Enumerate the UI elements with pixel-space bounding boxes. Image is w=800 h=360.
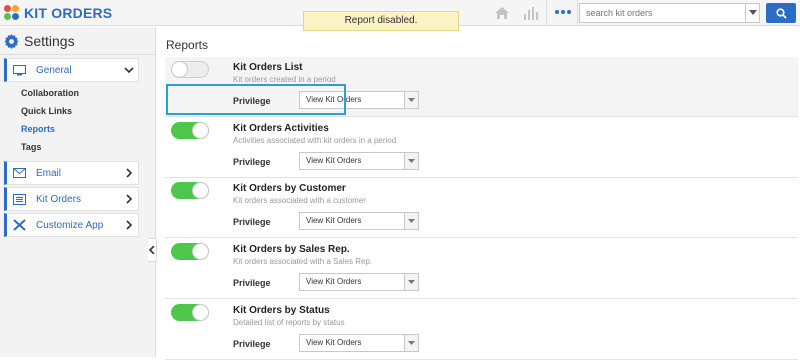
privilege-label: Privilege [233,217,271,227]
dropdown-arrow-icon [404,153,418,169]
sidebar-item-label: Customize App [36,219,104,231]
report-title: Kit Orders by Sales Rep. [233,244,350,255]
main-content: Reports Kit Orders List Kit orders creat… [157,27,800,360]
search-button[interactable] [766,3,796,23]
privilege-value: View Kit Orders [306,277,362,286]
app-logo[interactable]: KIT ORDERS [4,4,112,22]
privilege-label: Privilege [233,278,271,288]
privilege-value: View Kit Orders [306,156,362,165]
bar-chart-icon[interactable] [523,6,539,21]
sidebar-subitem-quick-links[interactable]: Quick Links [21,106,72,116]
report-disabled-notice: Report disabled. [303,11,459,31]
report-description: Kit orders created in a period [233,75,336,84]
privilege-value: View Kit Orders [306,216,362,225]
dropdown-arrow-icon [404,335,418,351]
sidebar-subitem-collaboration[interactable]: Collaboration [21,88,79,98]
chevron-left-icon [149,246,155,254]
report-toggle[interactable] [171,122,209,139]
privilege-select[interactable]: View Kit Orders [299,152,419,170]
report-toggle[interactable] [171,61,209,78]
sidebar-subitem-tags[interactable]: Tags [21,142,41,152]
report-toggle[interactable] [171,243,209,260]
privilege-label: Privilege [233,157,271,167]
sidebar-subitem-reports[interactable]: Reports [21,124,55,134]
search-dropdown-icon[interactable] [745,3,760,23]
chevron-right-icon [126,168,133,178]
privilege-select[interactable]: View Kit Orders [299,273,419,291]
logo-icon [4,5,20,21]
sidebar-item-email[interactable]: Email [4,161,139,185]
report-row: Kit Orders Activities Activities associa… [165,118,798,178]
report-title: Kit Orders by Customer [233,183,346,194]
privilege-select[interactable]: View Kit Orders [299,334,419,352]
list-icon [13,193,27,205]
report-row: Kit Orders by Status Detailed list of re… [165,300,798,360]
sidebar-item-kit-orders[interactable]: Kit Orders [4,187,139,211]
gear-icon [4,33,19,49]
report-title: Kit Orders List [233,62,303,73]
sidebar-item-label: Email [36,167,62,179]
sidebar-item-label: General [36,64,72,76]
app-title: KIT ORDERS [24,5,113,21]
settings-title: Settings [24,33,75,49]
sidebar-item-label: Kit Orders [36,193,82,205]
chevron-right-icon [126,220,133,230]
divider [546,0,547,26]
divider [0,54,155,55]
report-title: Kit Orders by Status [233,305,330,316]
search-input[interactable] [579,3,760,23]
report-row: Kit Orders by Customer Kit orders associ… [165,178,798,238]
report-title: Kit Orders Activities [233,123,329,134]
report-description: Detailed list of reports by status [233,318,345,327]
page-title: Reports [166,38,209,52]
home-icon[interactable] [494,5,510,21]
search-icon [775,7,787,19]
chevron-right-icon [126,194,133,204]
report-row: Kit Orders by Sales Rep. Kit orders asso… [165,239,798,299]
envelope-icon [13,167,27,179]
dropdown-arrow-icon [404,274,418,290]
settings-header: Settings [4,33,75,49]
privilege-label: Privilege [233,339,271,349]
sidebar: Settings General Collaboration Quick Lin… [0,27,156,357]
dropdown-arrow-icon [404,92,418,108]
sidebar-item-general[interactable]: General [4,58,139,82]
sidebar-item-customize-app[interactable]: Customize App [4,213,139,237]
more-options-icon[interactable] [555,7,573,17]
dropdown-arrow-icon [404,213,418,229]
privilege-value: View Kit Orders [306,338,362,347]
highlight-box [166,84,346,115]
collapse-sidebar-button[interactable] [148,238,157,262]
monitor-icon [13,64,27,76]
chevron-down-icon [124,67,134,74]
report-description: Kit orders associated with a customer [233,196,366,205]
report-description: Activities associated with kit orders in… [233,136,397,145]
tools-icon [13,219,27,231]
report-toggle[interactable] [171,182,209,199]
divider [577,0,578,26]
report-toggle[interactable] [171,304,209,321]
report-description: Kit orders associated with a Sales Rep. [233,257,373,266]
privilege-select[interactable]: View Kit Orders [299,212,419,230]
